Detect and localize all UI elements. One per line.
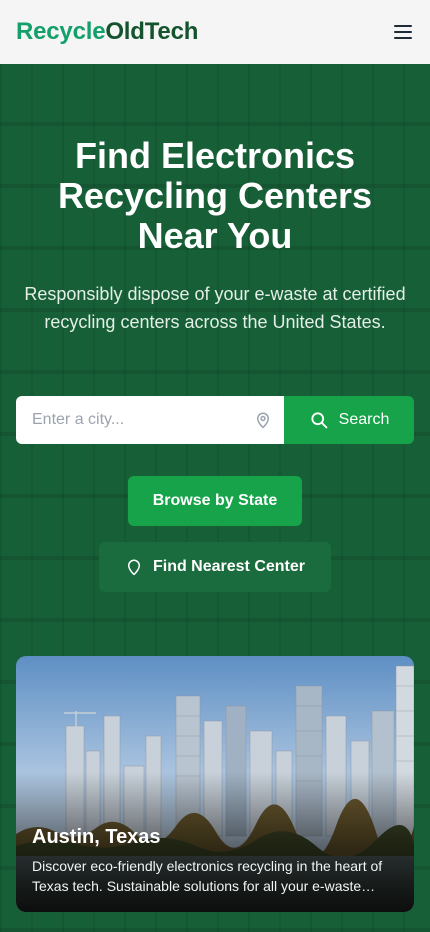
find-nearest-center-label: Find Nearest Center — [152, 558, 306, 575]
search-button[interactable]: Search — [284, 396, 414, 444]
menu-line — [394, 31, 412, 33]
logo-text-recycle: Recycle — [16, 18, 106, 45]
menu-line — [394, 25, 412, 27]
featured-city-title: Austin, Texas — [32, 826, 161, 848]
search-button-label: Search — [338, 411, 390, 428]
menu-line — [394, 37, 412, 39]
hero-title: Find Electronics Recycling Centers Near … — [57, 135, 373, 256]
site-header: RecycleOldTech — [0, 0, 430, 64]
find-nearest-center-button[interactable]: Find Nearest Center — [99, 542, 331, 592]
logo-text-oldtech: OldTech — [105, 18, 199, 45]
city-search-input[interactable] — [16, 396, 284, 444]
browse-by-state-button[interactable]: Browse by State — [128, 476, 302, 526]
city-search-form: Search — [16, 396, 414, 444]
site-logo[interactable]: RecycleOldTech — [16, 18, 198, 46]
hero-subtitle: Responsibly dispose of your e-waste at c… — [24, 284, 406, 332]
search-icon — [311, 412, 328, 429]
map-pin-icon — [127, 559, 140, 576]
search-input-container — [16, 396, 284, 444]
map-pin-icon[interactable] — [254, 411, 272, 429]
hamburger-menu-icon[interactable] — [392, 23, 414, 41]
featured-city-description: Discover eco-friendly electronics recycl… — [32, 858, 383, 894]
featured-city-card[interactable]: Austin, Texas Discover eco-friendly elec… — [16, 656, 414, 912]
